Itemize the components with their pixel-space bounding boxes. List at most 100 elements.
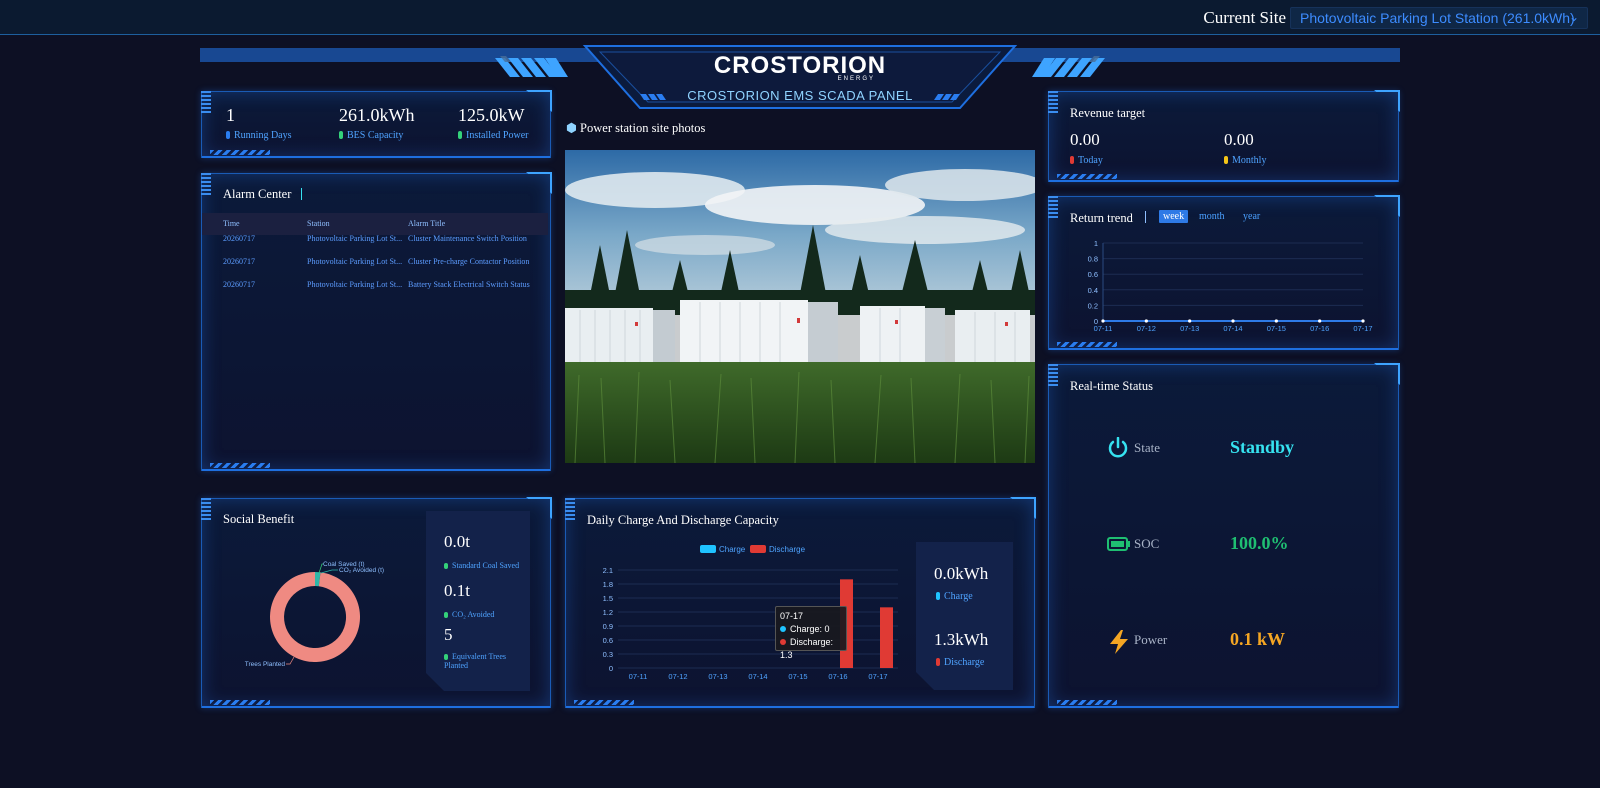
x-tick-label: 07-11	[1094, 324, 1113, 333]
cell-alarm-title: Cluster Maintenance Switch Position	[408, 234, 527, 243]
revenue-today-label: Today	[1070, 155, 1103, 166]
col-station: Station	[307, 219, 330, 228]
social-benefit-donut: Coal Saved (t)CO₂ Avoided (t)Trees Plant…	[245, 561, 384, 668]
state-value: Standby	[1230, 437, 1295, 457]
cell-alarm-title: Cluster Pre-charge Contactor Position	[408, 257, 530, 266]
cell-time: 20260717	[223, 234, 255, 243]
alarm-table-header: Time Station Alarm Title	[202, 213, 548, 235]
daily-capacity-panel: Daily Charge And Discharge Capacity Char…	[565, 497, 1036, 708]
soc-value: 100.0%	[1230, 533, 1289, 553]
revenue-monthly-value: 0.00	[1224, 130, 1254, 149]
y-tick-label: 0.4	[1088, 286, 1098, 295]
title-divider	[301, 188, 302, 200]
cell-station: Photovoltaic Parking Lot St...	[307, 280, 403, 289]
y-tick-label: 0.9	[603, 622, 613, 631]
legend-discharge-swatch[interactable]	[750, 545, 766, 553]
power-value: 0.1 kW	[1230, 629, 1286, 649]
site-photo-illustration	[565, 150, 1035, 463]
charge-total-value: 0.0kWh	[934, 564, 989, 583]
x-tick-label: 07-16	[828, 672, 847, 681]
y-tick-label: 0.3	[603, 650, 613, 659]
x-tick-label: 07-17	[868, 672, 887, 681]
table-row[interactable]: 20260717 Photovoltaic Parking Lot St... …	[202, 280, 548, 294]
x-tick-label: 07-17	[1353, 324, 1372, 333]
charge-total-label: Charge	[936, 591, 973, 602]
revenue-target-title: Revenue target	[1070, 106, 1146, 120]
x-tick-label: 07-15	[1267, 324, 1286, 333]
logo-text: CROSTORION	[713, 52, 887, 79]
data-point[interactable]	[1231, 319, 1235, 323]
site-photo	[565, 150, 1035, 463]
realtime-status-title: Real-time Status	[1070, 379, 1153, 393]
alarm-center-title: Alarm Center	[223, 187, 292, 201]
tooltip-discharge: Discharge: 1.3	[780, 637, 834, 660]
battery-icon	[1107, 537, 1130, 551]
site-photos-title: ⬢ Power station site photos	[566, 121, 706, 135]
lightning-icon	[1110, 630, 1128, 654]
tooltip-date: 07-17	[780, 611, 804, 621]
x-tick-label: 07-13	[1180, 324, 1199, 333]
leader-line	[320, 569, 338, 574]
site-select[interactable]: Photovoltaic Parking Lot Station (261.0k…	[1290, 7, 1588, 29]
return-trend-panel: Return trend week month year 0 0.2 0.4 0.6 0…	[1048, 195, 1400, 350]
state-label: State	[1134, 440, 1160, 455]
discharge-total-label: Discharge	[936, 657, 984, 668]
x-tick-label: 07-15	[788, 672, 807, 681]
x-tick-label: 07-11	[629, 672, 648, 681]
bes-capacity-value: 261.0kWh	[339, 105, 415, 125]
cell-time: 20260717	[223, 257, 255, 266]
y-tick-label: 0.8	[1088, 255, 1098, 264]
running-days-label: Running Days	[226, 130, 292, 141]
cell-station: Photovoltaic Parking Lot St...	[307, 234, 403, 243]
current-site-label: Current Site	[1203, 8, 1286, 27]
legend-charge-label: Charge	[719, 545, 746, 554]
logo-subtitle: ENERGY	[837, 76, 875, 82]
legend-charge-swatch[interactable]	[700, 545, 716, 553]
social-benefit-panel: Social Benefit Coal Saved (t) CO₂ Avoided…	[201, 497, 552, 708]
y-tick-label: 1	[1094, 239, 1098, 248]
x-tick-label: 07-16	[1310, 324, 1329, 333]
data-point[interactable]	[1274, 319, 1278, 323]
bes-capacity-label: BES Capacity	[339, 130, 403, 141]
y-tick-label: 1.5	[603, 594, 613, 603]
revenue-today-value: 0.00	[1070, 130, 1100, 149]
co2-avoided-label: CO₂ Avoided	[444, 610, 494, 619]
y-tick-label: 1.8	[603, 580, 613, 589]
summary-panel: 1 Running Days 261.0kWh BES Capacity 125…	[201, 90, 552, 158]
coal-saved-value: 0.0t	[444, 532, 470, 551]
cell-time: 20260717	[223, 280, 255, 289]
top-bar: Current Site Photovoltaic Parking Lot St…	[0, 0, 1600, 35]
table-row[interactable]: 20260717 Photovoltaic Parking Lot St... …	[202, 234, 548, 248]
daily-capacity-stats: 0.0kWh Charge 1.3kWh Discharge	[916, 542, 1013, 690]
running-days-value: 1	[226, 105, 235, 125]
table-row[interactable]: 20260717 Photovoltaic Parking Lot St... …	[202, 257, 548, 271]
y-tick-label: 0	[609, 664, 613, 673]
discharge-total-value: 1.3kWh	[934, 630, 989, 649]
realtime-status-panel: Real-time Status State Standby SOC 100.0…	[1048, 363, 1400, 708]
page-title: CROSTORION EMS SCADA PANEL	[687, 88, 913, 103]
x-tick-label: 07-13	[708, 672, 727, 681]
y-tick-label: 0.6	[1088, 270, 1098, 279]
revenue-target-panel: Revenue target 0.00 Today 0.00 Monthly	[1048, 90, 1400, 182]
tooltip-charge: Charge: 0	[780, 623, 842, 636]
data-point[interactable]	[1188, 319, 1192, 323]
donut-label-co2: CO₂ Avoided (t)	[339, 567, 384, 574]
battery-containers	[565, 300, 1030, 372]
installed-power-value: 125.0kW	[458, 105, 525, 125]
data-point[interactable]	[1101, 319, 1105, 323]
cell-station: Photovoltaic Parking Lot St...	[307, 257, 403, 266]
legend-discharge-label: Discharge	[769, 545, 806, 554]
x-tick-label: 07-12	[668, 672, 687, 681]
data-point[interactable]	[1144, 319, 1148, 323]
trees-planted-value: 5	[444, 625, 453, 644]
bar-discharge[interactable]	[880, 607, 893, 668]
daily-capacity-chart: Charge Discharge 0 0.3 0.6 0.9 1.2 1.5 1.8 2.1 07-…	[603, 545, 898, 681]
trees-planted-label: Equivalent Trees Planted	[444, 652, 506, 670]
site-select-value: Photovoltaic Parking Lot Station (261.0k…	[1300, 10, 1575, 26]
revenue-monthly-label: Monthly	[1224, 155, 1266, 166]
x-tick-label: 07-12	[1137, 324, 1156, 333]
y-tick-label: 0.6	[603, 636, 613, 645]
data-point[interactable]	[1318, 319, 1322, 323]
data-point[interactable]	[1361, 319, 1365, 323]
power-button-icon	[1108, 437, 1128, 458]
